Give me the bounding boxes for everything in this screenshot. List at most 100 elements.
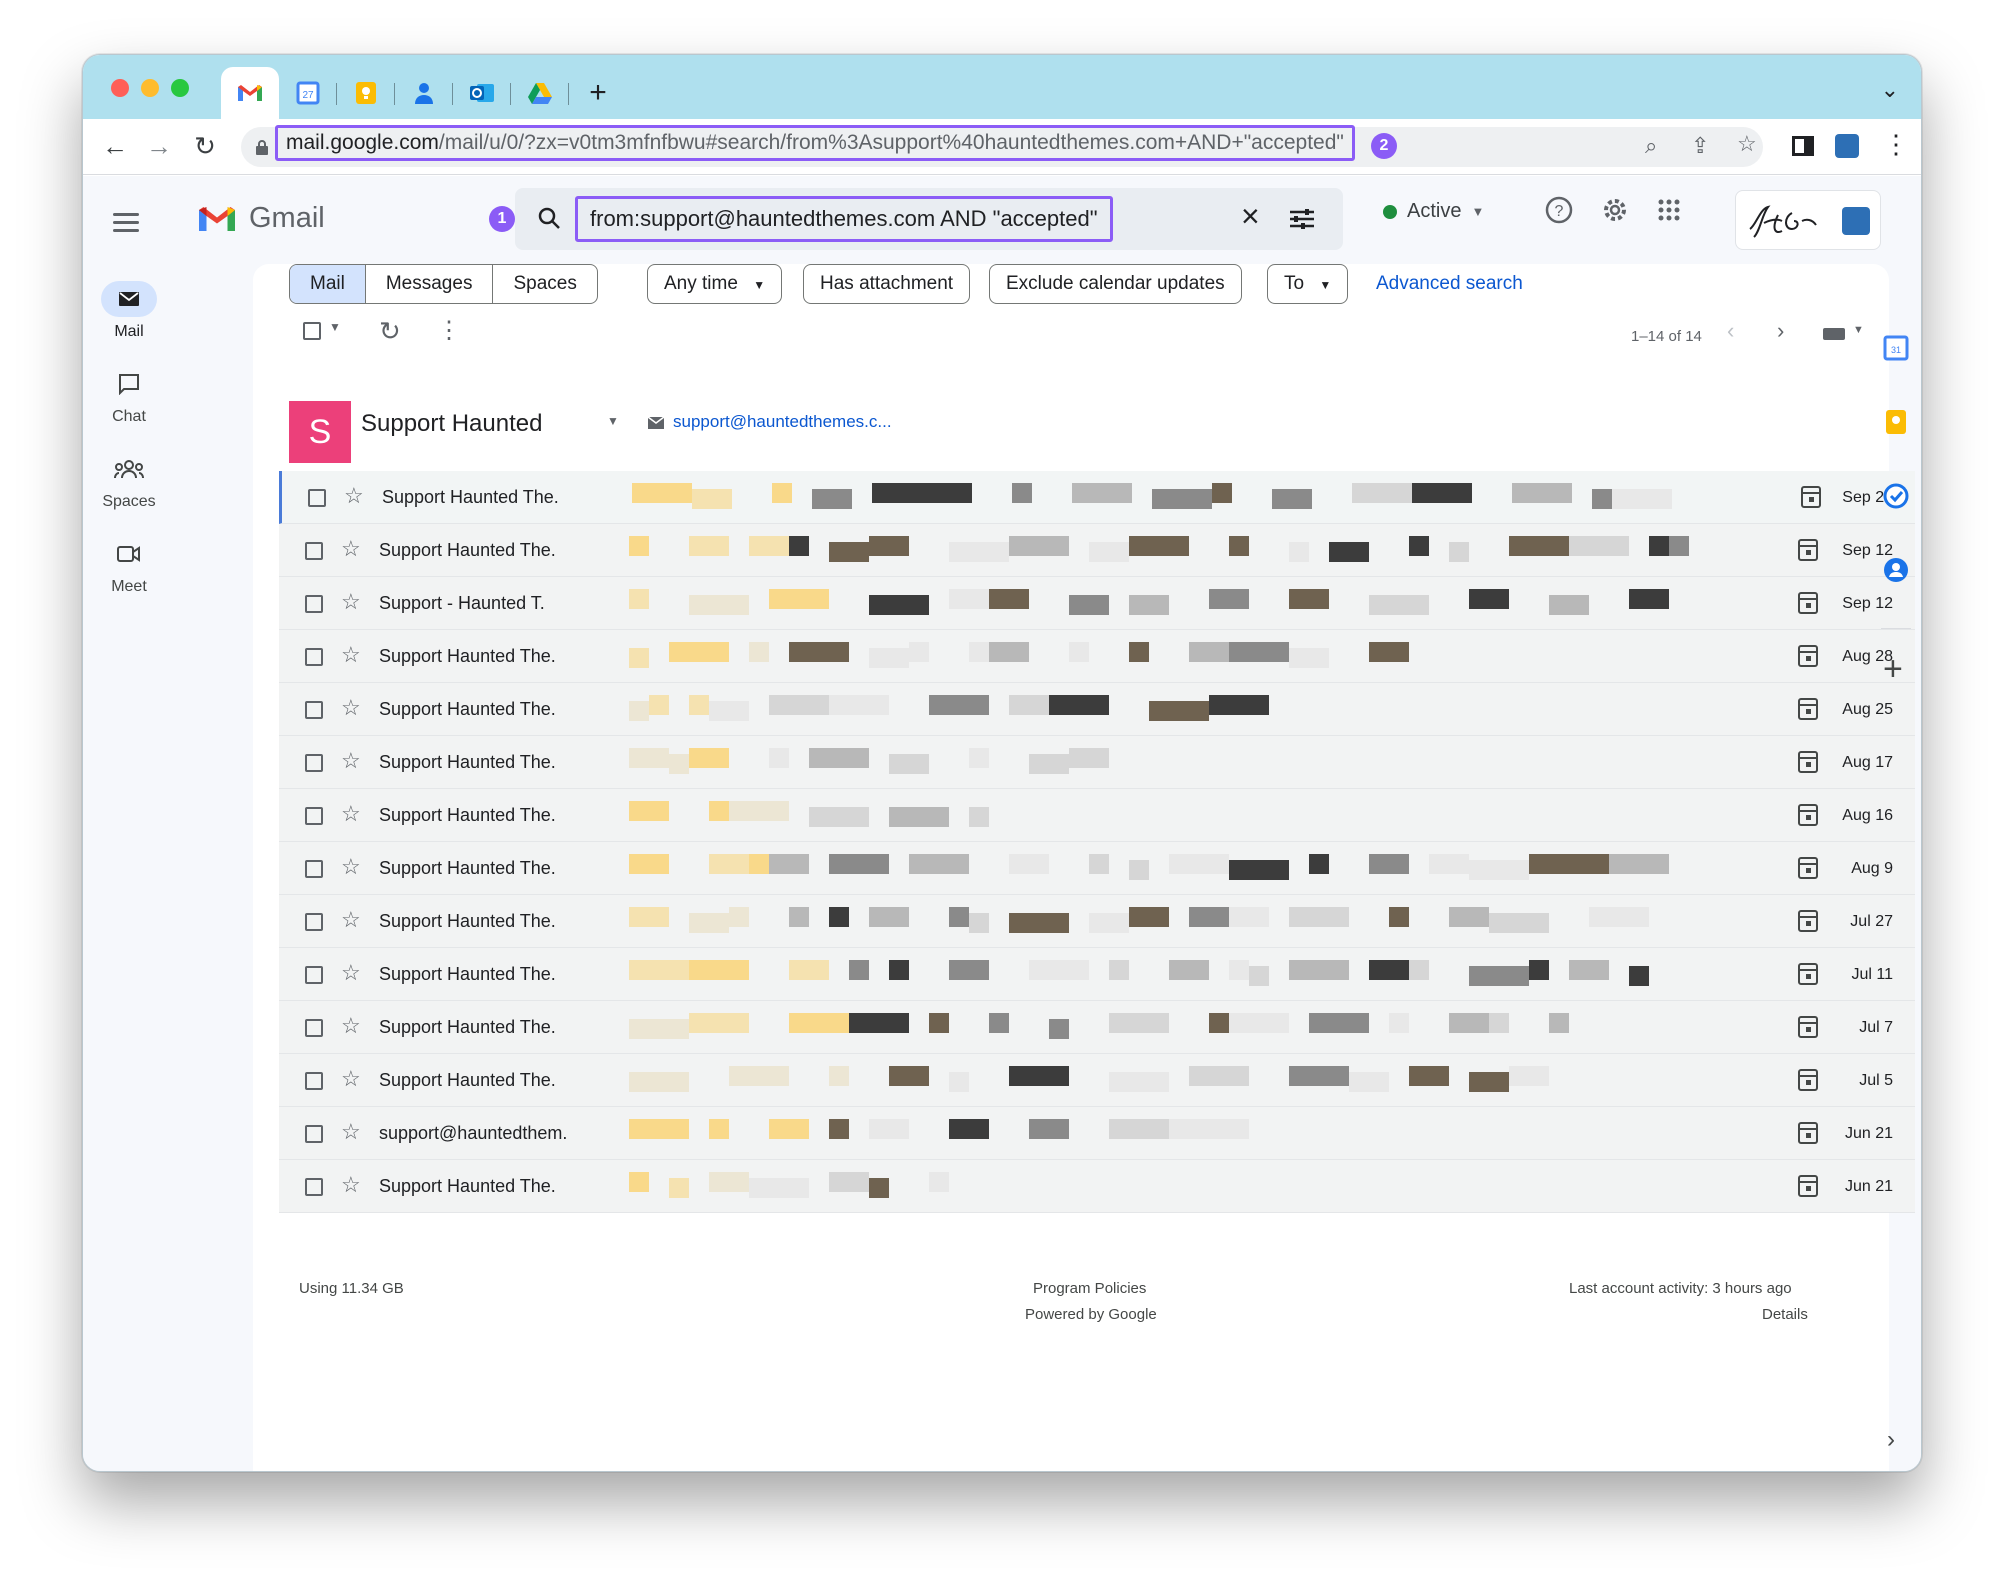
filter-has-attachment[interactable]: Has attachment	[803, 264, 971, 304]
details-link[interactable]: Details	[1762, 1306, 1808, 1323]
back-icon[interactable]: ←	[99, 131, 131, 162]
settings-gear-icon[interactable]	[1601, 196, 1629, 231]
table-row[interactable]: ☆ Support Haunted The. Jul 11	[279, 948, 1915, 1001]
row-checkbox[interactable]	[305, 913, 323, 931]
address-bar[interactable]: mail.google.com/mail/u/0/?zx=v0tm3mfnfbw…	[241, 125, 1763, 167]
tab-drive[interactable]	[511, 67, 569, 119]
tab-outlook[interactable]	[453, 67, 511, 119]
row-checkbox[interactable]	[305, 966, 323, 984]
table-row[interactable]: ☆ Support Haunted The. Aug 25	[279, 683, 1915, 736]
row-checkbox[interactable]	[305, 1125, 323, 1143]
search-input[interactable]: from:support@hauntedthemes.com AND "acce…	[575, 196, 1113, 242]
row-checkbox[interactable]	[308, 489, 326, 507]
tab-gmail[interactable]	[221, 67, 279, 119]
segment-mail[interactable]: Mail	[290, 265, 366, 303]
filter-exclude-calendar[interactable]: Exclude calendar updates	[989, 264, 1242, 304]
input-tools-icon[interactable]	[1823, 328, 1845, 340]
table-row[interactable]: ☆ Support Haunted The. Jul 27	[279, 895, 1915, 948]
row-checkbox[interactable]	[305, 807, 323, 825]
contact-email-link[interactable]: support@hauntedthemes.c...	[673, 412, 892, 432]
segment-messages[interactable]: Messages	[366, 265, 494, 303]
star-icon[interactable]: ☆	[341, 642, 361, 668]
row-checkbox[interactable]	[305, 542, 323, 560]
search-bar[interactable]: 1 from:support@hauntedthemes.com AND "ac…	[489, 188, 1343, 250]
table-row[interactable]: ☆ Support Haunted The. Jul 7	[279, 1001, 1915, 1054]
row-checkbox[interactable]	[305, 701, 323, 719]
reload-icon[interactable]: ↻	[189, 131, 221, 162]
close-window-button[interactable]	[111, 79, 129, 97]
star-icon[interactable]: ☆	[341, 801, 361, 827]
star-icon[interactable]: ☆	[341, 536, 361, 562]
prev-page-icon[interactable]: ‹	[1727, 318, 1734, 344]
star-icon[interactable]: ☆	[341, 854, 361, 880]
row-checkbox[interactable]	[305, 1072, 323, 1090]
browser-menu-icon[interactable]: ⋮	[1883, 129, 1909, 160]
select-menu-chevron-icon[interactable]: ▼	[329, 320, 341, 334]
sidepanel-icon[interactable]	[1792, 136, 1814, 156]
select-all-checkbox[interactable]	[303, 322, 321, 340]
table-row[interactable]: ☆ Support Haunted The. Aug 16	[279, 789, 1915, 842]
star-icon[interactable]: ☆	[341, 695, 361, 721]
tab-calendar[interactable]: 27	[279, 67, 337, 119]
search-options-icon[interactable]	[1289, 208, 1315, 230]
tab-search-chevron-icon[interactable]: ⌄	[1881, 77, 1899, 103]
filter-to[interactable]: To ▼	[1267, 264, 1349, 304]
extension-icon[interactable]	[1835, 134, 1859, 158]
share-icon[interactable]: ⇪	[1691, 133, 1709, 159]
advanced-search-link[interactable]: Advanced search	[1376, 264, 1523, 304]
keep-addon-icon[interactable]	[1882, 408, 1910, 436]
star-icon[interactable]: ☆	[341, 907, 361, 933]
help-icon[interactable]: ?	[1545, 196, 1573, 231]
calendar-addon-icon[interactable]: 31	[1882, 334, 1910, 362]
segment-spaces[interactable]: Spaces	[493, 265, 596, 303]
table-row[interactable]: ☆ Support Haunted The. Aug 17	[279, 736, 1915, 789]
show-side-panel-icon[interactable]: ›	[1887, 1426, 1895, 1454]
star-icon[interactable]: ☆	[341, 1013, 361, 1039]
chevron-down-icon[interactable]: ▼	[1853, 324, 1864, 336]
rail-chat[interactable]: Chat	[93, 366, 165, 426]
star-icon[interactable]: ☆	[344, 483, 364, 509]
table-row[interactable]: ☆ Support Haunted The. Sep 12	[279, 524, 1915, 577]
rail-spaces[interactable]: Spaces	[93, 451, 165, 511]
account-switcher[interactable]	[1735, 190, 1881, 250]
forward-icon[interactable]: →	[143, 131, 175, 162]
row-checkbox[interactable]	[305, 595, 323, 613]
table-row[interactable]: ☆ Support - Haunted T. Sep 12	[279, 577, 1915, 630]
star-icon[interactable]: ☆	[341, 960, 361, 986]
contact-chevron-icon[interactable]: ▼	[607, 414, 619, 428]
star-icon[interactable]: ☆	[341, 1066, 361, 1092]
row-checkbox[interactable]	[305, 754, 323, 772]
maximize-window-button[interactable]	[171, 79, 189, 97]
star-icon[interactable]: ☆	[341, 1172, 361, 1198]
star-icon[interactable]: ☆	[341, 1119, 361, 1145]
star-icon[interactable]: ☆	[341, 589, 361, 615]
table-row[interactable]: ☆ Support Haunted The. Sep 27	[279, 471, 1915, 524]
more-options-icon[interactable]: ⋮	[437, 316, 461, 345]
table-row[interactable]: ☆ Support Haunted The. Jul 5	[279, 1054, 1915, 1107]
star-icon[interactable]: ☆	[341, 748, 361, 774]
account-avatar[interactable]	[1842, 207, 1870, 235]
tab-keep[interactable]	[337, 67, 395, 119]
tasks-addon-icon[interactable]	[1882, 482, 1910, 510]
minimize-window-button[interactable]	[141, 79, 159, 97]
status-selector[interactable]: Active ▼	[1383, 200, 1484, 223]
get-addons-plus-icon[interactable]: +	[1883, 650, 1903, 689]
row-checkbox[interactable]	[305, 648, 323, 666]
clear-search-icon[interactable]: ×	[1241, 198, 1260, 235]
gmail-logo[interactable]: Gmail	[197, 202, 325, 235]
table-row[interactable]: ☆ Support Haunted The. Jun 21	[279, 1160, 1915, 1213]
row-checkbox[interactable]	[305, 860, 323, 878]
refresh-icon[interactable]: ↻	[379, 316, 401, 347]
search-icon[interactable]	[537, 206, 561, 230]
table-row[interactable]: ☆ Support Haunted The. Aug 28	[279, 630, 1915, 683]
row-checkbox[interactable]	[305, 1178, 323, 1196]
contacts-addon-icon[interactable]	[1882, 556, 1910, 584]
rail-mail[interactable]: Mail	[93, 281, 165, 341]
filter-any-time[interactable]: Any time ▼	[647, 264, 783, 304]
next-page-icon[interactable]: ›	[1777, 318, 1784, 344]
main-menu-icon[interactable]	[113, 208, 139, 237]
table-row[interactable]: ☆ support@hauntedthem. Jun 21	[279, 1107, 1915, 1160]
zoom-icon[interactable]: ⌕	[1645, 133, 1657, 159]
program-policies-link[interactable]: Program Policies	[1033, 1280, 1146, 1297]
url-text[interactable]: mail.google.com/mail/u/0/?zx=v0tm3mfnfbw…	[275, 125, 1355, 161]
